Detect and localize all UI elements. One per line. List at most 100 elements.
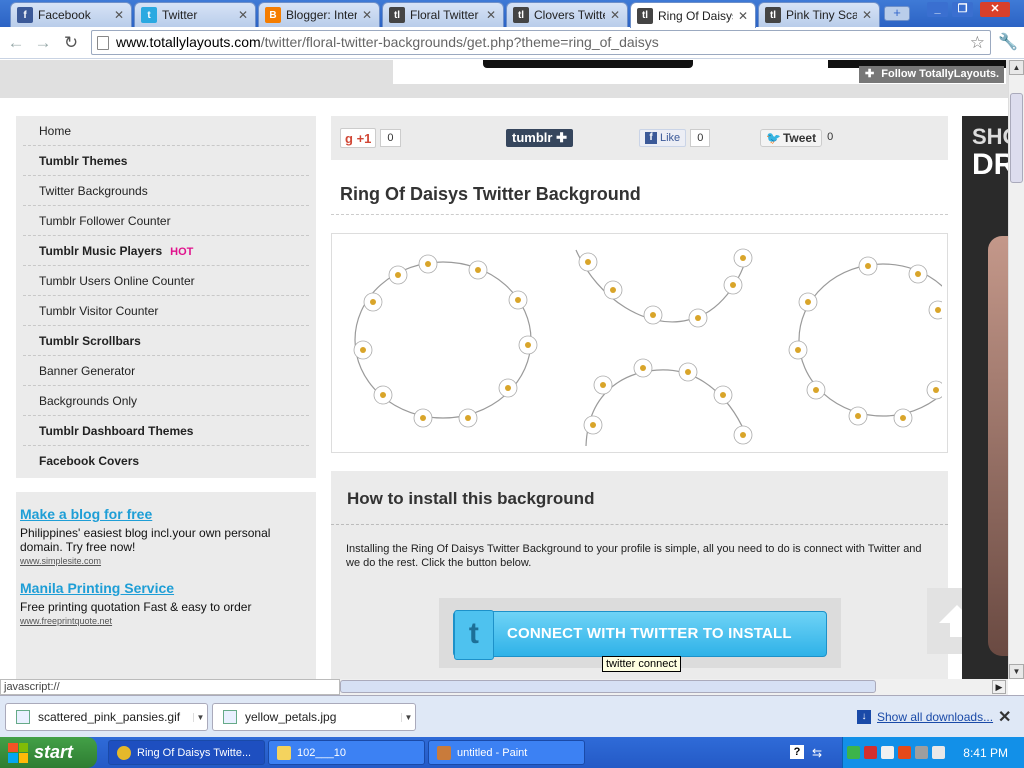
- scroll-right-icon[interactable]: ▶: [992, 680, 1006, 694]
- status-bar: javascript://: [0, 679, 340, 695]
- sidebar-item-facebook-covers[interactable]: Facebook Covers: [23, 446, 309, 476]
- close-icon[interactable]: ✕: [998, 707, 1011, 727]
- install-instructions: Installing the Ring Of Daisys Twitter Ba…: [346, 543, 922, 569]
- facebook-like-button[interactable]: f Like: [639, 129, 687, 147]
- back-icon[interactable]: ←: [5, 32, 27, 54]
- sidebar-item-backgrounds-only[interactable]: Backgrounds Only: [23, 386, 309, 416]
- ad-url-link[interactable]: www.simplesite.com: [20, 556, 312, 566]
- scroll-up-icon[interactable]: ▲: [1009, 60, 1024, 75]
- folder-icon: [277, 745, 291, 760]
- wrench-icon[interactable]: 🔧: [998, 32, 1018, 52]
- right-ad-image: [988, 236, 1008, 656]
- horizontal-scrollbar[interactable]: ▶: [340, 679, 1008, 695]
- reload-icon[interactable]: ↻: [60, 32, 82, 54]
- taskbar-item-paint[interactable]: untitled - Paint: [428, 740, 585, 765]
- download-item[interactable]: yellow_petals.jpg ▼: [212, 703, 416, 731]
- taskbar-item-chrome[interactable]: Ring Of Daisys Twitte...: [108, 740, 265, 765]
- tweet-button[interactable]: 🐦 Tweet: [760, 129, 823, 147]
- page-header-strip: ✚ Follow TotallyLayouts.: [0, 60, 1008, 98]
- close-icon[interactable]: ✕: [485, 8, 497, 22]
- google-plus-count: 0: [380, 129, 401, 147]
- tab-ring-of-daisys[interactable]: tl Ring Of Daisys T ✕: [630, 2, 756, 28]
- tab-floral-twitter[interactable]: tl Floral Twitter Ba ✕: [382, 2, 504, 27]
- close-icon[interactable]: ✕: [737, 9, 749, 23]
- new-tab-button[interactable]: +: [884, 6, 910, 21]
- minimize-button[interactable]: _: [927, 2, 948, 17]
- sidebar-item-twitter-backgrounds[interactable]: Twitter Backgrounds: [23, 176, 309, 206]
- page-title: Ring Of Daisys Twitter Background: [340, 184, 641, 204]
- twitter-t-icon: t: [454, 610, 494, 660]
- tab-label: Floral Twitter Ba: [410, 8, 481, 22]
- sidebar-item-tumblr-scrollbars[interactable]: Tumblr Scrollbars: [23, 326, 309, 356]
- ad-item: Manila Printing Service Free printing qu…: [20, 580, 312, 626]
- taskbar-item-folder[interactable]: 102___10: [268, 740, 425, 765]
- tray-app-icon[interactable]: [881, 746, 894, 759]
- sidebar-item-tumblr-dashboard-themes[interactable]: Tumblr Dashboard Themes: [23, 416, 309, 446]
- tab-twitter[interactable]: t Twitter ✕: [134, 2, 256, 27]
- sidebar-item-tumblr-music-players[interactable]: Tumblr Music Players HOT: [23, 236, 309, 266]
- sidebar-item-tumblr-themes[interactable]: Tumblr Themes: [23, 146, 309, 176]
- sidebar-item-tumblr-follower-counter[interactable]: Tumblr Follower Counter: [23, 206, 309, 236]
- start-button[interactable]: start: [0, 737, 97, 768]
- restore-button[interactable]: ❐: [952, 2, 973, 17]
- sponsored-ads: Make a blog for free Philippines' easies…: [16, 492, 316, 679]
- scroll-down-icon[interactable]: ▼: [1009, 664, 1024, 679]
- sidebar-item-banner-generator[interactable]: Banner Generator: [23, 356, 309, 386]
- twitter-bird-icon: 🐦: [766, 131, 781, 145]
- tab-pink-tiny-scattered[interactable]: tl Pink Tiny Scatte ✕: [758, 2, 880, 27]
- tab-facebook[interactable]: f Facebook ✕: [10, 2, 132, 27]
- sidebar-item-home[interactable]: Home: [23, 116, 309, 146]
- sidebar-item-label: Tumblr Music Players: [39, 244, 163, 258]
- tumblr-share-button[interactable]: tumblr ✚: [506, 129, 573, 147]
- close-icon[interactable]: ✕: [861, 8, 873, 22]
- scrollbar-thumb[interactable]: [1010, 93, 1023, 183]
- dropdown-arrow-icon[interactable]: ▼: [193, 712, 207, 722]
- tray-app-icon[interactable]: [898, 746, 911, 759]
- install-section: How to install this background Installin…: [331, 471, 948, 679]
- hot-badge: HOT: [170, 246, 194, 258]
- tab-clovers-twitter[interactable]: tl Clovers Twitter ✕: [506, 2, 628, 27]
- tray-app-icon[interactable]: [932, 746, 945, 759]
- close-icon[interactable]: ✕: [361, 8, 373, 22]
- right-banner-ad[interactable]: SHO DR: [962, 116, 1008, 679]
- scrollbar-thumb[interactable]: [340, 680, 876, 693]
- help-icon[interactable]: ?: [790, 745, 804, 759]
- image-file-icon: [223, 710, 237, 724]
- tab-blogger[interactable]: B Blogger: Interir ✕: [258, 2, 380, 27]
- follow-button[interactable]: ✚ Follow TotallyLayouts.: [859, 66, 1004, 83]
- sidebar-nav: Home Tumblr Themes Twitter Backgrounds T…: [16, 116, 316, 478]
- divider: [331, 214, 948, 215]
- taskbar-item-label: Ring Of Daisys Twitte...: [137, 746, 252, 759]
- forward-icon[interactable]: →: [32, 32, 54, 54]
- tooltip: twitter connect: [602, 656, 681, 672]
- language-icon[interactable]: ⇆: [812, 746, 822, 760]
- ad-title-link[interactable]: Manila Printing Service: [20, 580, 312, 596]
- ad-url-link[interactable]: www.freeprintquote.net: [20, 616, 312, 626]
- dropdown-arrow-icon[interactable]: ▼: [401, 712, 415, 722]
- tab-label: Twitter: [162, 8, 198, 22]
- show-all-downloads-link[interactable]: ↓ Show all downloads...: [857, 710, 993, 724]
- connect-with-twitter-button[interactable]: t CONNECT WITH TWITTER TO INSTALL: [453, 610, 827, 660]
- close-icon[interactable]: ✕: [609, 8, 621, 22]
- sidebar-item-tumblr-users-online-counter[interactable]: Tumblr Users Online Counter: [23, 266, 309, 296]
- close-icon[interactable]: ✕: [237, 8, 249, 22]
- antivirus-icon[interactable]: [864, 746, 877, 759]
- vertical-scrollbar[interactable]: ▲ ▼: [1008, 60, 1024, 679]
- download-item[interactable]: scattered_pink_pansies.gif ▼: [5, 703, 208, 731]
- divider: [331, 524, 948, 525]
- volume-icon[interactable]: [915, 746, 928, 759]
- page-viewport: ✚ Follow TotallyLayouts. Home Tumblr The…: [0, 60, 1008, 679]
- google-plus-button[interactable]: g +1: [340, 128, 377, 148]
- taskbar-item-label: 102___10: [297, 746, 346, 759]
- daisy-ring-pattern: [353, 248, 942, 446]
- bookmark-star-icon[interactable]: ☆: [970, 31, 985, 54]
- address-bar[interactable]: www.totallylayouts.com/twitter/floral-tw…: [91, 30, 991, 55]
- close-window-button[interactable]: ✕: [980, 2, 1010, 17]
- close-icon[interactable]: ✕: [113, 8, 125, 22]
- ad-title-link[interactable]: Make a blog for free: [20, 506, 312, 522]
- network-icon[interactable]: [847, 746, 860, 759]
- download-filename: scattered_pink_pansies.gif: [38, 710, 181, 724]
- sidebar-item-tumblr-visitor-counter[interactable]: Tumblr Visitor Counter: [23, 296, 309, 326]
- facebook-like-widget: f Like 0: [639, 128, 711, 148]
- totallylayouts-icon: tl: [637, 7, 653, 24]
